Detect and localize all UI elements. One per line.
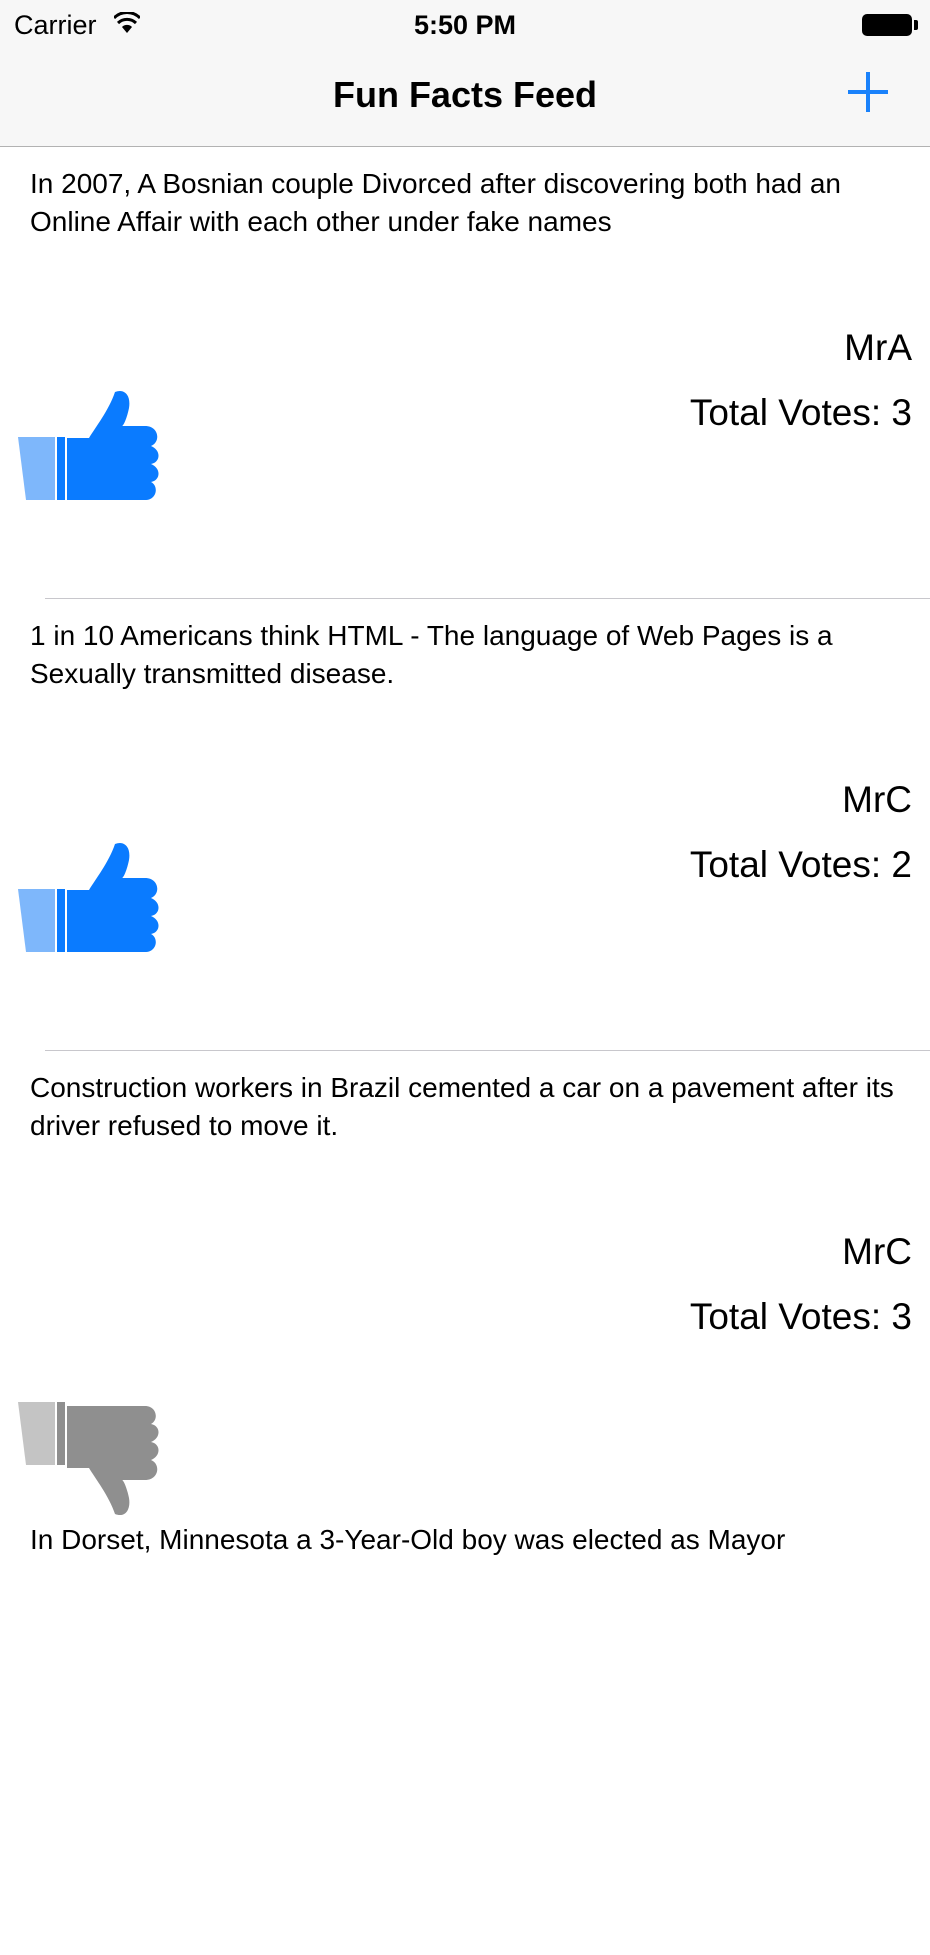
- fact-author: MrC: [842, 1231, 912, 1272]
- fact-cell[interactable]: Construction workers in Brazil cemented …: [0, 1051, 930, 1516]
- fact-text: 1 in 10 Americans think HTML - The langu…: [30, 620, 833, 689]
- fact-cell[interactable]: In Dorset, Minnesota a 3-Year-Old boy wa…: [0, 1503, 930, 1955]
- fact-author: MrA: [844, 327, 912, 368]
- thumbs-up-icon[interactable]: [17, 390, 169, 508]
- fact-cell[interactable]: In 2007, A Bosnian couple Divorced after…: [0, 147, 930, 599]
- total-votes: Total Votes: 3: [689, 392, 912, 433]
- status-time: 5:50 PM: [413, 10, 517, 40]
- navigation-bar: Fun Facts Feed: [0, 52, 930, 147]
- fact-cell[interactable]: 1 in 10 Americans think HTML - The langu…: [0, 599, 930, 1051]
- thumbs-down-icon[interactable]: [17, 1398, 169, 1516]
- total-votes: Total Votes: 2: [689, 844, 912, 885]
- total-votes: Total Votes: 3: [689, 1296, 912, 1337]
- fact-author: MrC: [842, 779, 912, 820]
- add-fact-button[interactable]: [846, 70, 890, 114]
- page-title: Fun Facts Feed: [332, 74, 598, 115]
- fact-list: In 2007, A Bosnian couple Divorced after…: [0, 147, 930, 1955]
- fact-text: In 2007, A Bosnian couple Divorced after…: [30, 168, 841, 237]
- fact-text: In Dorset, Minnesota a 3-Year-Old boy wa…: [30, 1524, 786, 1555]
- thumbs-up-icon[interactable]: [17, 842, 169, 960]
- battery-icon: [862, 14, 912, 36]
- fact-text: Construction workers in Brazil cemented …: [30, 1072, 894, 1141]
- status-bar: Carrier 5:50 PM: [0, 0, 930, 52]
- battery-tip: [914, 20, 918, 30]
